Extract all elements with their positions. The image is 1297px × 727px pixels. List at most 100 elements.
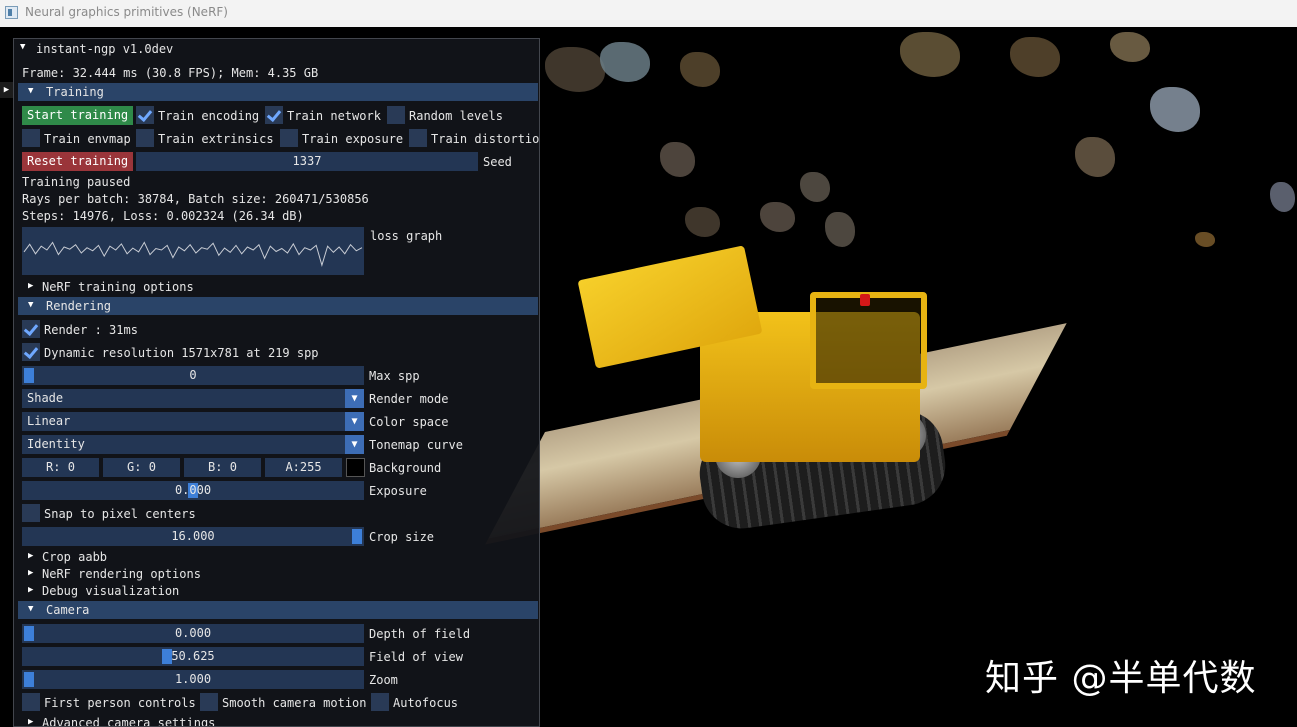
zoom-slider[interactable]: 1.000 <box>22 670 364 689</box>
background-r-field[interactable]: R: 0 <box>22 458 99 477</box>
lego-cab <box>810 292 927 389</box>
loss-graph-plot <box>23 241 363 267</box>
scene-speck <box>685 207 720 237</box>
crop-aabb-node[interactable]: Crop aabb <box>42 549 107 565</box>
max-spp-slider[interactable]: 0 <box>22 366 364 385</box>
background-a-field[interactable]: A:255 <box>265 458 342 477</box>
color-space-dropdown[interactable]: Linear ▼ <box>22 412 364 431</box>
autofocus-checkbox[interactable] <box>371 693 389 711</box>
smooth-camera-motion-checkbox[interactable] <box>200 693 218 711</box>
section-title: Rendering <box>46 299 112 313</box>
start-training-button[interactable]: Start training <box>22 106 134 125</box>
loss-curve-line <box>23 241 363 267</box>
crop-size-label: Crop size <box>369 530 435 544</box>
nerf-training-options-node[interactable]: NeRF training options <box>42 279 194 295</box>
seed-input[interactable]: 1337 <box>136 152 478 171</box>
zoom-label: Zoom <box>369 673 398 687</box>
tree-arrow-icon[interactable]: ▶ <box>28 568 33 578</box>
tree-arrow-icon[interactable]: ▶ <box>28 281 33 291</box>
train-network-label: Train network <box>287 109 381 123</box>
frame-stats: Frame: 32.444 ms (30.8 FPS); Mem: 4.35 G… <box>22 66 319 80</box>
collapse-arrow-icon[interactable]: ▼ <box>20 42 25 52</box>
scene-speck <box>1010 37 1060 77</box>
section-header-training[interactable]: ▼ Training <box>18 83 538 101</box>
render-checkbox[interactable] <box>22 320 40 338</box>
train-distortion-checkbox[interactable] <box>409 129 427 147</box>
panel-collapse-handle[interactable]: ▶ <box>0 82 13 98</box>
train-envmap-checkbox[interactable] <box>22 129 40 147</box>
background-g-field[interactable]: G: 0 <box>103 458 180 477</box>
field-of-view-slider[interactable]: 50.625 <box>22 647 364 666</box>
app-icon <box>5 6 18 19</box>
seed-label: Seed <box>483 155 512 169</box>
section-header-camera[interactable]: ▼ Camera <box>18 601 538 619</box>
autofocus-label: Autofocus <box>393 696 459 710</box>
field-of-view-value: 50.625 <box>171 649 215 663</box>
train-envmap-label: Train envmap <box>44 132 131 146</box>
advanced-camera-settings-node[interactable]: Advanced camera settings <box>42 715 215 726</box>
scene-speck <box>680 52 720 87</box>
tonemap-curve-dropdown[interactable]: Identity ▼ <box>22 435 364 454</box>
background-b-field[interactable]: B: 0 <box>184 458 261 477</box>
first-person-controls-checkbox[interactable] <box>22 693 40 711</box>
collapse-arrow-icon: ▼ <box>28 300 34 310</box>
scene-speck <box>900 32 960 77</box>
exposure-slider[interactable]: 0.000 <box>22 481 364 500</box>
scene-speck <box>1110 32 1150 62</box>
background-color-swatch[interactable] <box>346 458 365 477</box>
collapse-arrow-icon: ▼ <box>28 604 34 614</box>
debug-visualization-node[interactable]: Debug visualization <box>42 583 179 599</box>
max-spp-label: Max spp <box>369 369 420 383</box>
train-extrinsics-checkbox[interactable] <box>136 129 154 147</box>
chevron-down-icon[interactable]: ▼ <box>345 412 364 431</box>
render-label: Render : 31ms <box>44 323 138 337</box>
training-status: Training paused <box>22 175 131 189</box>
scene-speck <box>545 47 605 92</box>
lego-beacon <box>860 294 870 306</box>
crop-size-value: 16.000 <box>171 529 215 543</box>
scene-speck <box>1270 182 1295 212</box>
dynamic-resolution-label: Dynamic resolution 1571x781 at 219 spp <box>44 346 319 360</box>
train-distortion-label: Train distortio <box>431 132 540 146</box>
scene-speck <box>825 212 855 247</box>
loss-graph-label: loss graph <box>370 229 443 243</box>
depth-of-field-value: 0.000 <box>174 626 212 640</box>
snap-pixel-centers-checkbox[interactable] <box>22 504 40 522</box>
exposure-label: Exposure <box>369 484 427 498</box>
chevron-down-icon[interactable]: ▼ <box>345 389 364 408</box>
dynamic-resolution-checkbox[interactable] <box>22 343 40 361</box>
exposure-value: 0.000 <box>174 483 212 497</box>
random-levels-checkbox[interactable] <box>387 106 405 124</box>
seed-value: 1337 <box>292 154 322 168</box>
train-network-checkbox[interactable] <box>265 106 283 124</box>
reset-training-button[interactable]: Reset training <box>22 152 134 171</box>
chevron-down-icon[interactable]: ▼ <box>345 435 364 454</box>
scene-speck <box>660 142 695 177</box>
depth-of-field-label: Depth of field <box>369 627 471 641</box>
tree-arrow-icon[interactable]: ▶ <box>28 585 33 595</box>
train-exposure-checkbox[interactable] <box>280 129 298 147</box>
train-encoding-label: Train encoding <box>158 109 260 123</box>
color-space-value: Linear <box>27 414 71 428</box>
control-panel: ▼ instant-ngp v1.0dev Frame: 32.444 ms (… <box>13 38 540 727</box>
random-levels-label: Random levels <box>409 109 503 123</box>
tree-arrow-icon[interactable]: ▶ <box>28 717 33 726</box>
nerf-rendering-options-node[interactable]: NeRF rendering options <box>42 566 201 582</box>
tree-arrow-icon[interactable]: ▶ <box>28 551 33 561</box>
train-encoding-checkbox[interactable] <box>136 106 154 124</box>
crop-size-slider[interactable]: 16.000 <box>22 527 364 546</box>
tonemap-value: Identity <box>27 437 85 451</box>
render-mode-dropdown[interactable]: Shade ▼ <box>22 389 364 408</box>
train-extrinsics-label: Train extrinsics <box>158 132 274 146</box>
render-mode-label: Render mode <box>369 392 449 406</box>
scene-speck <box>760 202 795 232</box>
window-titlebar: Neural graphics primitives (NeRF) <box>0 0 1297 27</box>
background-label: Background <box>369 461 442 475</box>
depth-of-field-slider[interactable]: 0.000 <box>22 624 364 643</box>
section-title: Training <box>46 85 104 99</box>
scene-speck <box>600 42 650 82</box>
steps-loss-text: Steps: 14976, Loss: 0.002324 (26.34 dB) <box>22 209 304 223</box>
section-header-rendering[interactable]: ▼ Rendering <box>18 297 538 315</box>
scene-speck <box>800 172 830 202</box>
panel-title: instant-ngp v1.0dev <box>36 42 174 56</box>
